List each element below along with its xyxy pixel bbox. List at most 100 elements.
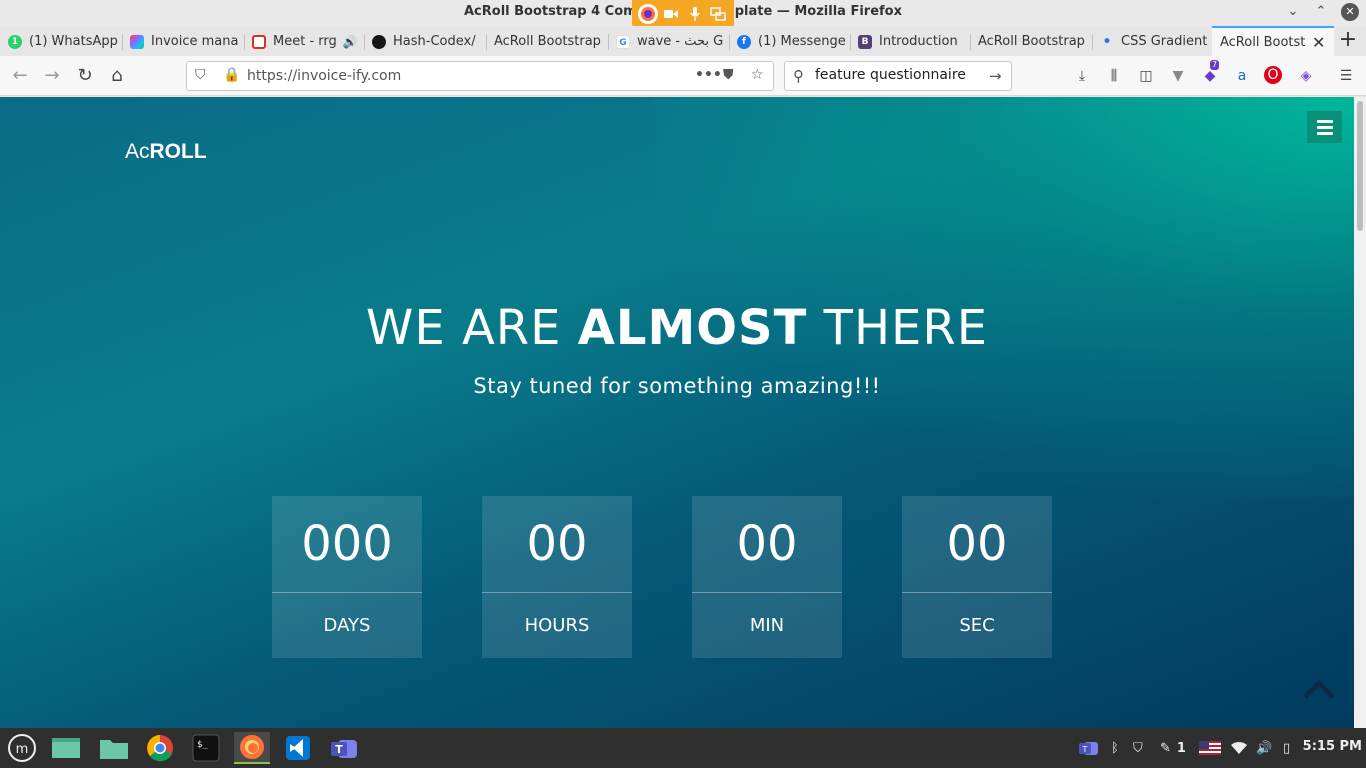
search-bar[interactable]: ⚲ → (784, 61, 1012, 91)
colorzilla-icon[interactable]: ◈ (1296, 66, 1316, 86)
translate-icon[interactable]: a (1232, 66, 1252, 86)
forward-button[interactable]: → (40, 64, 64, 88)
svg-text:$_: $_ (197, 740, 208, 750)
url-text[interactable]: https://invoice-ify.com (247, 68, 401, 84)
clock[interactable]: 5:15 PM (1303, 739, 1362, 754)
tab-acroll-1[interactable]: AcRoll Bootstrap (486, 28, 604, 55)
tab-label: (1) Messenge (758, 34, 846, 49)
mint-menu-icon[interactable]: m (4, 732, 40, 764)
tab-label: Introduction (879, 34, 958, 49)
countdown-unit: DAYS (323, 614, 371, 636)
chevron-up-icon (1303, 679, 1335, 699)
countdown-unit: HOURS (524, 614, 590, 636)
page-content: AcROLL WE ARE ALMOST THERE Stay tuned fo… (0, 97, 1354, 728)
search-input[interactable] (815, 67, 975, 83)
tab-acroll-2[interactable]: AcRoll Bootstrap (970, 28, 1088, 55)
extension-badge: 7 (1210, 60, 1220, 70)
sidebar-icon[interactable]: ◫ (1136, 66, 1156, 86)
library-icon[interactable]: ⫼ (1104, 66, 1124, 86)
tab-label: wave - بحث G (637, 34, 724, 49)
figma-icon (130, 34, 144, 49)
screen-share-icon[interactable] (708, 4, 728, 24)
bluetooth-icon[interactable]: ᛒ (1111, 738, 1119, 758)
tab-introduction[interactable]: B Introduction (850, 28, 968, 55)
countdown-value: 00 (482, 496, 632, 593)
us-flag-icon[interactable] (1199, 738, 1221, 758)
tab-label: Hash-Codex/ (393, 34, 476, 49)
opera-ad-blocker-icon[interactable]: O (1264, 66, 1282, 84)
files-icon[interactable] (96, 732, 132, 764)
teams-tray-icon[interactable]: T (1078, 738, 1100, 758)
notifications-icon[interactable]: ✎ 1 (1160, 738, 1186, 758)
pocket-icon[interactable]: ⛊ (723, 67, 734, 83)
vue-devtools-icon[interactable]: ▼ (1168, 66, 1188, 86)
url-bar[interactable]: ⛉ 🔒 https://invoice-ify.com ••• ⛊ ☆ (186, 61, 774, 91)
tab-messenger[interactable]: f (1) Messenge (729, 28, 847, 55)
github-icon (372, 34, 386, 49)
scroll-to-top-button[interactable] (1302, 677, 1336, 701)
tab-label: Invoice mana (151, 34, 239, 49)
tab-acroll-active[interactable]: AcRoll Bootst ✕ (1212, 26, 1334, 56)
bookmark-star-icon[interactable]: ☆ (751, 67, 764, 83)
window-titlebar: AcRoll Bootstrap 4 Coming Soon Template … (0, 0, 1366, 28)
tab-label: (1) WhatsApp (29, 34, 118, 49)
page-headline: WE ARE ALMOST THERE (0, 300, 1354, 356)
svg-text:m: m (16, 742, 29, 757)
speaker-icon[interactable]: 🔊 (343, 35, 358, 49)
minimize-button[interactable]: ⌄ (1284, 3, 1302, 21)
tab-strip: 1 (1) WhatsApp Invoice mana Meet - rrg 🔊… (0, 26, 1366, 56)
wifi-icon[interactable] (1230, 738, 1248, 758)
lock-icon[interactable]: 🔒 (223, 67, 240, 83)
shield-icon[interactable]: ⛉ (195, 67, 206, 83)
volume-icon[interactable]: 🔊 (1256, 738, 1272, 758)
tab-label: AcRoll Bootstrap (494, 34, 601, 49)
tab-css-gradient[interactable]: • CSS Gradient (1092, 28, 1210, 55)
tab-invoice-manager[interactable]: Invoice mana (122, 28, 242, 55)
svg-text:T: T (335, 743, 343, 756)
reload-button[interactable]: ↻ (73, 64, 97, 88)
menu-icon[interactable]: ☰ (1336, 66, 1356, 86)
headline-pre: WE ARE (365, 300, 578, 356)
extension-icon[interactable]: ◆ 7 (1200, 60, 1220, 86)
headline-post: THERE (807, 300, 989, 356)
countdown-value: 000 (272, 496, 422, 593)
back-button[interactable]: ← (8, 64, 32, 88)
downloads-icon[interactable]: ⤓ (1072, 66, 1092, 86)
search-go-icon[interactable]: → (989, 67, 1002, 85)
microphone-icon[interactable] (685, 4, 705, 24)
scrollbar-thumb[interactable] (1357, 101, 1363, 231)
brand-logo[interactable]: AcROLL (125, 140, 207, 164)
teams-icon[interactable]: T (326, 732, 362, 764)
tab-meet[interactable]: Meet - rrg 🔊 (244, 28, 362, 55)
tab-google-search[interactable]: G wave - بحث G (608, 28, 726, 55)
hamburger-menu-button[interactable] (1307, 111, 1342, 143)
chrome-icon[interactable] (142, 732, 178, 764)
camera-icon[interactable] (661, 4, 681, 24)
screen-share-indicator[interactable] (632, 0, 734, 28)
tab-whatsapp[interactable]: 1 (1) WhatsApp (0, 28, 120, 55)
home-button[interactable]: ⌂ (105, 64, 129, 88)
page-actions-icon[interactable]: ••• (695, 67, 722, 83)
countdown-unit: SEC (959, 614, 995, 636)
close-window-button[interactable]: ✕ (1341, 3, 1359, 21)
new-tab-button[interactable]: + (1334, 28, 1362, 54)
page-scrollbar[interactable] (1354, 97, 1366, 728)
close-tab-icon[interactable]: ✕ (1312, 33, 1325, 52)
page-tagline: Stay tuned for something amazing!!! (473, 374, 881, 398)
taskbar: m $_ T T ᛒ ⛉ ✎ 1 🔊 ▯ 5:15 PM (0, 728, 1366, 768)
tab-label: AcRoll Bootst (1220, 34, 1306, 50)
facebook-icon: f (737, 34, 751, 49)
tab-label: AcRoll Bootstrap (978, 34, 1085, 49)
countdown-value: 00 (902, 496, 1052, 593)
countdown-unit: MIN (749, 614, 785, 636)
tab-github[interactable]: Hash-Codex/ (364, 28, 482, 55)
vscode-icon[interactable] (280, 732, 316, 764)
maximize-button[interactable]: ⌃ (1312, 3, 1330, 21)
firefox-taskbar-icon[interactable] (234, 732, 270, 764)
search-icon: ⚲ (793, 67, 804, 85)
shield-tray-icon[interactable]: ⛉ (1133, 738, 1143, 758)
firefox-icon (637, 4, 658, 24)
battery-icon[interactable]: ▯ (1283, 738, 1290, 758)
show-desktop-icon[interactable] (48, 732, 84, 764)
terminal-icon[interactable]: $_ (188, 732, 224, 764)
